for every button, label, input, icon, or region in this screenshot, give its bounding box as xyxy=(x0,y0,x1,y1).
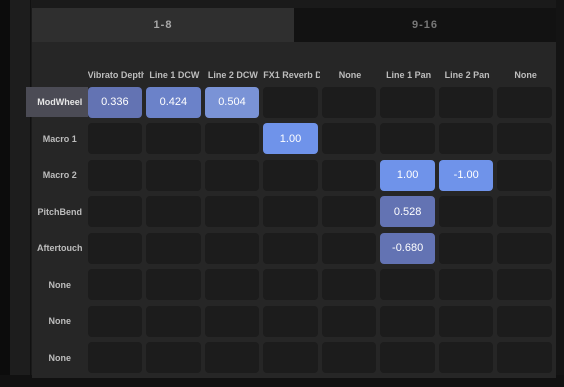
destination-header[interactable]: Line 2 Pan xyxy=(439,70,496,80)
window-frame-right xyxy=(556,0,564,387)
matrix-cell[interactable] xyxy=(380,86,435,118)
matrix-cell[interactable] xyxy=(380,269,435,301)
matrix-cell[interactable] xyxy=(321,123,377,155)
matrix-cell[interactable] xyxy=(380,305,435,337)
matrix-cell[interactable] xyxy=(438,196,494,228)
matrix-cell[interactable] xyxy=(438,232,494,264)
mod-matrix-grid: Vibrato Depth Line 1 DCW Line 2 DCW FX1 … xyxy=(26,42,556,377)
matrix-cell[interactable] xyxy=(87,269,143,301)
matrix-cell[interactable] xyxy=(321,159,377,191)
matrix-cell[interactable] xyxy=(321,305,377,337)
destination-header[interactable]: FX1 Reverb De xyxy=(263,70,320,80)
matrix-row: None xyxy=(32,267,556,304)
matrix-cell[interactable] xyxy=(497,159,553,191)
matrix-cell[interactable] xyxy=(321,269,377,301)
matrix-row: Macro 2 1.00 -1.00 xyxy=(32,157,556,194)
source-header[interactable]: None xyxy=(32,353,88,363)
matrix-cell[interactable]: -0.680 xyxy=(380,232,435,264)
matrix-row: None xyxy=(32,303,556,340)
matrix-cell[interactable] xyxy=(497,232,553,264)
matrix-cell[interactable] xyxy=(497,196,553,228)
matrix-cell[interactable] xyxy=(321,196,377,228)
matrix-row: None xyxy=(32,340,556,377)
matrix-cell[interactable] xyxy=(204,269,260,301)
matrix-cell[interactable]: 0.528 xyxy=(380,196,435,228)
matrix-cell[interactable] xyxy=(146,269,201,301)
matrix-cell[interactable] xyxy=(263,269,318,301)
source-header[interactable]: ModWheel xyxy=(26,87,88,118)
matrix-cell[interactable] xyxy=(497,123,553,155)
matrix-cell[interactable] xyxy=(204,159,260,191)
matrix-cell[interactable] xyxy=(380,342,435,374)
matrix-cell[interactable]: 1.00 xyxy=(380,159,435,191)
matrix-cell[interactable]: 1.00 xyxy=(263,123,318,155)
matrix-cell[interactable] xyxy=(146,342,201,374)
destination-header[interactable]: Vibrato Depth xyxy=(88,70,145,80)
matrix-row: PitchBend 0.528 xyxy=(32,194,556,231)
destination-header[interactable]: None xyxy=(497,70,554,80)
matrix-cell[interactable] xyxy=(87,342,143,374)
destination-header-row: Vibrato Depth Line 1 DCW Line 2 DCW FX1 … xyxy=(32,42,556,84)
source-header[interactable]: Macro 2 xyxy=(32,170,88,180)
source-header[interactable]: None xyxy=(32,316,88,326)
matrix-cell[interactable] xyxy=(146,196,201,228)
matrix-cell[interactable] xyxy=(438,305,494,337)
matrix-cell[interactable] xyxy=(497,342,553,374)
matrix-cell[interactable] xyxy=(87,123,143,155)
mod-matrix-panel: 1-8 9-16 Vibrato Depth Line 1 DCW Line 2… xyxy=(26,8,556,378)
matrix-cell[interactable] xyxy=(146,305,201,337)
source-header[interactable]: Aftertouch xyxy=(32,243,88,253)
destination-header[interactable]: Line 1 Pan xyxy=(380,70,437,80)
tab-9-16[interactable]: 9-16 xyxy=(294,8,556,42)
matrix-cell[interactable] xyxy=(87,305,143,337)
matrix-cell[interactable]: 0.504 xyxy=(204,86,260,118)
matrix-cell[interactable] xyxy=(263,159,318,191)
matrix-cell[interactable] xyxy=(497,305,553,337)
matrix-cell[interactable] xyxy=(204,196,260,228)
destination-header[interactable]: Line 1 DCW xyxy=(146,70,203,80)
matrix-row: ModWheel 0.336 0.424 0.504 xyxy=(26,84,556,121)
matrix-cell[interactable]: -1.00 xyxy=(438,159,494,191)
matrix-cell[interactable] xyxy=(438,86,494,118)
window-frame-left xyxy=(0,0,10,387)
matrix-cell[interactable] xyxy=(204,305,260,337)
matrix-cell[interactable] xyxy=(380,123,435,155)
matrix-cell[interactable] xyxy=(204,232,260,264)
matrix-cell[interactable] xyxy=(263,196,318,228)
matrix-cell[interactable] xyxy=(263,232,318,264)
matrix-cell[interactable] xyxy=(146,123,201,155)
destination-header[interactable]: None xyxy=(322,70,379,80)
matrix-cell[interactable]: 0.336 xyxy=(87,86,143,118)
matrix-cell[interactable] xyxy=(263,305,318,337)
source-header[interactable]: PitchBend xyxy=(32,207,88,217)
page-tabs: 1-8 9-16 xyxy=(32,8,556,42)
matrix-cell[interactable] xyxy=(497,86,553,118)
matrix-cell[interactable] xyxy=(321,232,377,264)
matrix-cell[interactable]: 0.424 xyxy=(146,86,201,118)
matrix-row: Aftertouch -0.680 xyxy=(32,230,556,267)
destination-header[interactable]: Line 2 DCW xyxy=(205,70,262,80)
matrix-cell[interactable] xyxy=(146,159,201,191)
window-frame-bar xyxy=(10,0,31,387)
matrix-cell[interactable] xyxy=(321,86,377,118)
matrix-cell[interactable] xyxy=(204,342,260,374)
matrix-cell[interactable] xyxy=(321,342,377,374)
matrix-row: Macro 1 1.00 xyxy=(32,121,556,158)
matrix-cell[interactable] xyxy=(87,159,143,191)
matrix-cell[interactable] xyxy=(263,342,318,374)
matrix-cell[interactable] xyxy=(87,232,143,264)
source-header[interactable]: None xyxy=(32,280,88,290)
matrix-cell[interactable] xyxy=(438,123,494,155)
matrix-cell[interactable] xyxy=(87,196,143,228)
matrix-rows: ModWheel 0.336 0.424 0.504 Macro 1 1.00 Macro … xyxy=(26,84,556,377)
tab-1-8[interactable]: 1-8 xyxy=(32,8,294,42)
matrix-cell[interactable] xyxy=(497,269,553,301)
matrix-cell[interactable] xyxy=(146,232,201,264)
matrix-cell[interactable] xyxy=(438,342,494,374)
matrix-cell[interactable] xyxy=(438,269,494,301)
source-header[interactable]: Macro 1 xyxy=(32,134,88,144)
matrix-cell[interactable] xyxy=(204,123,260,155)
matrix-cell[interactable] xyxy=(263,86,318,118)
